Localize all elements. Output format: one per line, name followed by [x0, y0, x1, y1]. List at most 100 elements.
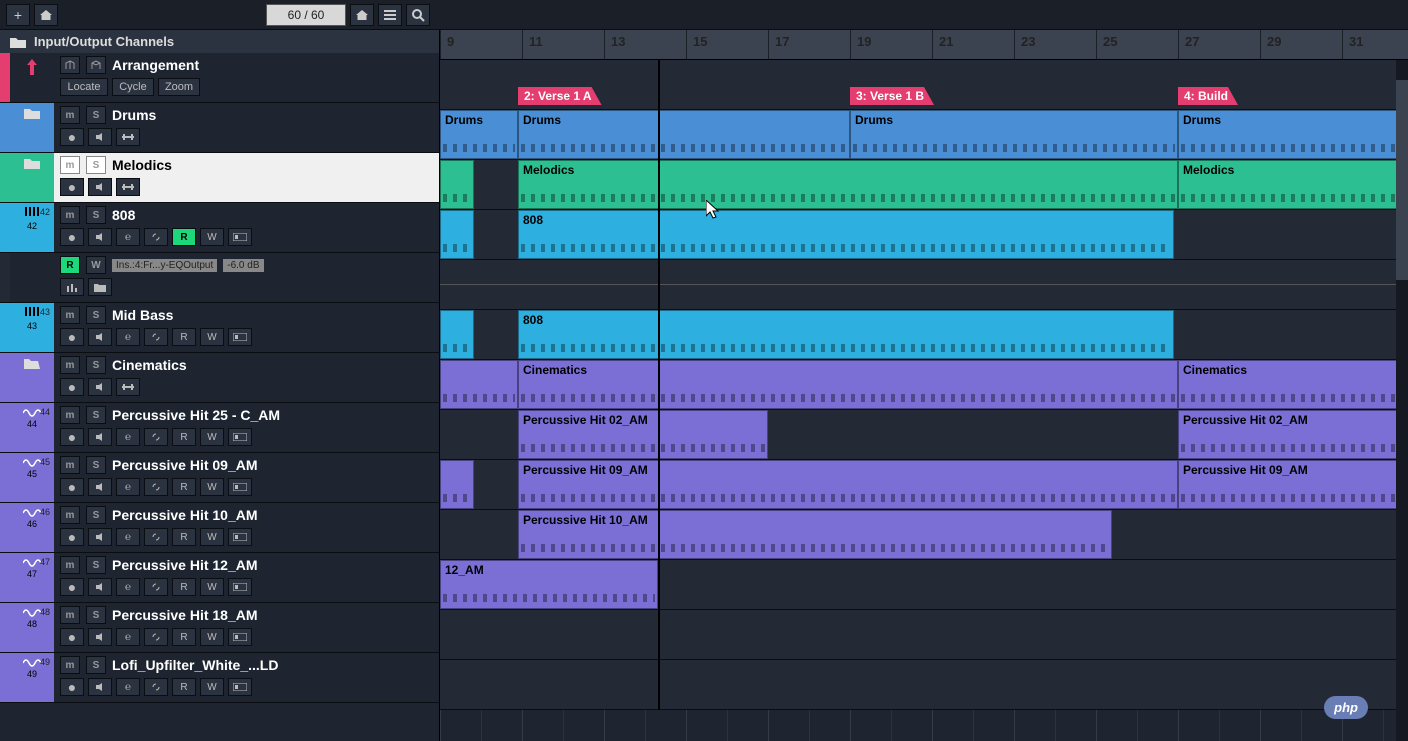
meter-icon[interactable] [228, 328, 252, 346]
clip[interactable]: Drums [440, 110, 518, 159]
ctrl-℮[interactable]: ℮ [116, 528, 140, 546]
read-button[interactable]: R [60, 256, 80, 274]
marker-lane[interactable]: 2: Verse 1 A 3: Verse 1 B 4: Build [440, 60, 1408, 110]
meter-icon[interactable] [228, 478, 252, 496]
track-perc18[interactable]: 4848mSPercussive Hit 18_AM●℮RW [0, 603, 439, 653]
ctrl-W[interactable]: W [200, 628, 224, 646]
link-icon[interactable] [144, 478, 168, 496]
track-perc12[interactable]: 4747mSPercussive Hit 12_AM●℮RW [0, 553, 439, 603]
track-melodics[interactable]: mSMelodics● [0, 153, 439, 203]
link-icon[interactable] [144, 228, 168, 246]
home2-icon[interactable] [350, 4, 374, 26]
ctrl-℮[interactable]: ℮ [116, 428, 140, 446]
mute-button[interactable]: m [60, 156, 80, 174]
speaker-icon[interactable] [88, 228, 112, 246]
meter-icon[interactable] [228, 228, 252, 246]
link-icon[interactable] [144, 428, 168, 446]
read-button[interactable]: R [172, 478, 196, 496]
mute-button[interactable]: m [60, 406, 80, 424]
eq-icon[interactable] [116, 128, 140, 146]
speaker-icon[interactable] [88, 528, 112, 546]
clip[interactable]: Drums [518, 110, 850, 159]
vertical-scrollbar[interactable] [1396, 60, 1408, 741]
zoom-button[interactable]: Zoom [158, 78, 200, 96]
solo-button[interactable]: S [86, 556, 106, 574]
lane-perc09[interactable]: Percussive Hit 09_AMPercussive Hit 09_AM [440, 460, 1408, 510]
solo-button[interactable]: S [86, 356, 106, 374]
rec-icon[interactable]: ● [60, 128, 84, 146]
search-icon[interactable] [406, 4, 430, 26]
lane-melodics[interactable]: MelodicsMelodics [440, 160, 1408, 210]
marker-m1[interactable]: 2: Verse 1 A [518, 87, 602, 105]
ctrl-W[interactable]: W [200, 478, 224, 496]
eq-icon[interactable] [116, 378, 140, 396]
rec-icon[interactable]: ● [60, 678, 84, 696]
ctrl-℮[interactable]: ℮ [116, 628, 140, 646]
rec-icon[interactable]: ● [60, 528, 84, 546]
ctrl-℮[interactable]: ℮ [116, 678, 140, 696]
bars-icon[interactable] [60, 278, 84, 296]
home-icon[interactable] [34, 4, 58, 26]
clip[interactable]: 808 [518, 310, 1174, 359]
speaker-icon[interactable] [88, 328, 112, 346]
solo-button[interactable]: S [86, 606, 106, 624]
read-button[interactable]: R [172, 228, 196, 246]
ctrl-W[interactable]: W [200, 528, 224, 546]
locate-button[interactable]: Locate [60, 78, 108, 96]
add-button[interactable]: + [6, 4, 30, 26]
lane-lofi[interactable] [440, 660, 1408, 710]
mute-button[interactable]: m [60, 106, 80, 124]
solo-button[interactable]: S [86, 656, 106, 674]
track-arrangement[interactable]: Arrangement Locate Cycle Zoom [0, 53, 439, 103]
playhead[interactable] [658, 60, 660, 710]
read-button[interactable]: R [172, 328, 196, 346]
speaker-icon[interactable] [88, 128, 112, 146]
clip[interactable] [440, 160, 474, 209]
track-808[interactable]: 4242mS808●℮RW [0, 203, 439, 253]
lane-cinematics[interactable]: CinematicsCinematics [440, 360, 1408, 410]
rec-icon[interactable]: ● [60, 428, 84, 446]
ctrl-W[interactable]: W [200, 228, 224, 246]
io-channels-header[interactable]: Input/Output Channels [0, 30, 439, 53]
speaker-icon[interactable] [88, 628, 112, 646]
clip[interactable]: Cinematics [1178, 360, 1398, 409]
mute-button[interactable]: m [60, 606, 80, 624]
lane-perc25[interactable]: Percussive Hit 02_AMPercussive Hit 02_AM [440, 410, 1408, 460]
eq-icon[interactable] [116, 178, 140, 196]
lane-midbass[interactable]: 808 [440, 310, 1408, 360]
read-button[interactable]: R [172, 528, 196, 546]
mute-button[interactable]: m [60, 656, 80, 674]
meter-icon[interactable] [228, 428, 252, 446]
lane-808[interactable]: 808 [440, 210, 1408, 260]
ctrl-℮[interactable]: ℮ [116, 578, 140, 596]
ctrl-W[interactable]: W [200, 578, 224, 596]
track-midbass[interactable]: 4343mSMid Bass●℮RW [0, 303, 439, 353]
lane-perc10[interactable]: Percussive Hit 10_AM [440, 510, 1408, 560]
track-drums[interactable]: mSDrums● [0, 103, 439, 153]
zoom-ratio-input[interactable] [266, 4, 346, 26]
speaker-icon[interactable] [88, 378, 112, 396]
track-perc10[interactable]: 4646mSPercussive Hit 10_AM●℮RW [0, 503, 439, 553]
read-button[interactable]: R [172, 578, 196, 596]
link-icon[interactable] [144, 628, 168, 646]
list-icon[interactable] [378, 4, 402, 26]
speaker-icon[interactable] [88, 478, 112, 496]
arr-btn-b[interactable] [86, 56, 106, 74]
clip[interactable]: Melodics [518, 160, 1178, 209]
ctrl-℮[interactable]: ℮ [116, 228, 140, 246]
mute-button[interactable]: m [60, 506, 80, 524]
w-button[interactable]: W [86, 256, 106, 274]
mute-button[interactable]: m [60, 356, 80, 374]
rec-icon[interactable]: ● [60, 378, 84, 396]
clip[interactable]: Drums [850, 110, 1178, 159]
clip[interactable] [440, 460, 474, 509]
speaker-icon[interactable] [88, 578, 112, 596]
clip[interactable] [440, 210, 474, 259]
timeline-ruler[interactable]: 91113151719212325272931 [440, 30, 1408, 60]
link-icon[interactable] [144, 528, 168, 546]
marker-m2[interactable]: 3: Verse 1 B [850, 87, 934, 105]
mute-button[interactable]: m [60, 456, 80, 474]
marker-m3[interactable]: 4: Build [1178, 87, 1238, 105]
rec-icon[interactable]: ● [60, 578, 84, 596]
meter-icon[interactable] [228, 578, 252, 596]
